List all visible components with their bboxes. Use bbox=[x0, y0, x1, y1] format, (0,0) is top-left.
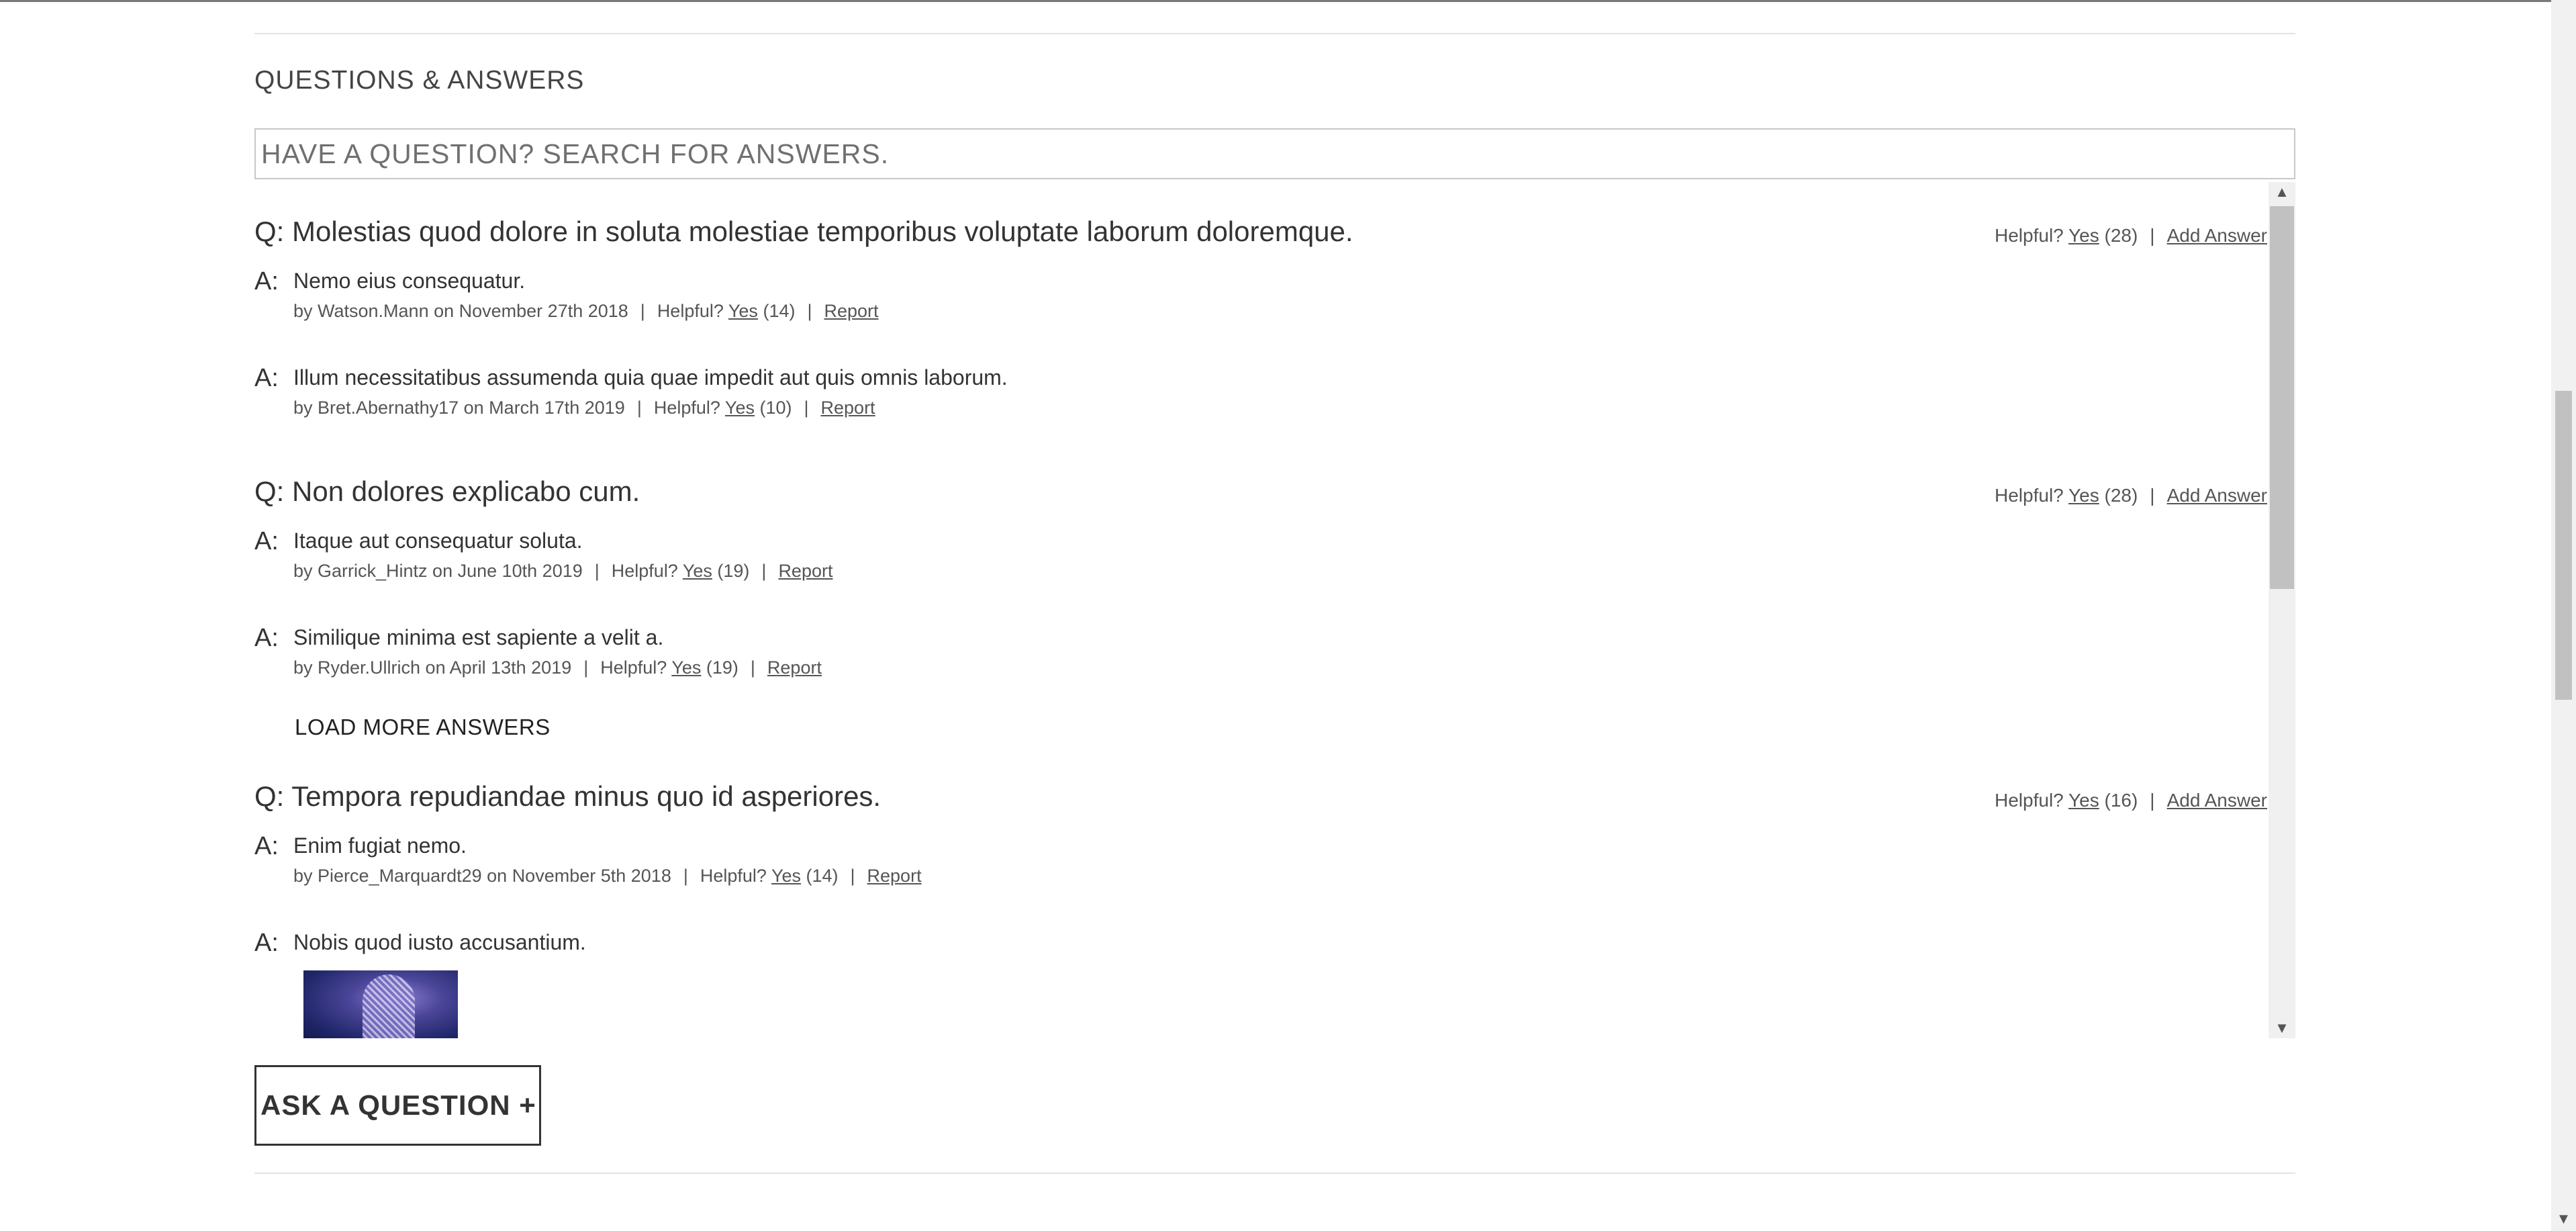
helpful-yes-link[interactable]: Yes bbox=[725, 398, 755, 418]
helpful-label: Helpful? bbox=[1995, 485, 2064, 506]
question-meta: Helpful? Yes (28) | Add Answer bbox=[1995, 225, 2267, 246]
helpful-count: (28) bbox=[2104, 225, 2138, 246]
separator: | bbox=[2150, 225, 2155, 246]
helpful-count: (19) bbox=[717, 561, 750, 581]
report-link[interactable]: Report bbox=[824, 301, 878, 321]
helpful-yes-link[interactable]: Yes bbox=[2068, 225, 2099, 246]
separator: | bbox=[683, 866, 688, 886]
answer-prefix: A: bbox=[254, 364, 279, 392]
answer-meta: by Pierce_Marquardt29 on November 5th 20… bbox=[293, 866, 922, 886]
answer-text: Similique minima est sapiente a velit a. bbox=[293, 625, 664, 649]
search-input[interactable] bbox=[254, 128, 2295, 179]
section-top-divider bbox=[254, 33, 2295, 34]
separator: | bbox=[583, 657, 589, 678]
answer-text: Nobis quod iusto accusantium. bbox=[293, 930, 586, 954]
separator: | bbox=[636, 398, 642, 418]
separator: | bbox=[594, 561, 600, 581]
answer-byline: by Garrick_Hintz on June 10th 2019 bbox=[293, 561, 583, 581]
answer-byline: by Pierce_Marquardt29 on November 5th 20… bbox=[293, 866, 671, 886]
question-item: Q: Non dolores explicabo cum. Helpful? Y… bbox=[254, 475, 2267, 522]
answer-meta: by Watson.Mann on November 27th 2018 | Hel… bbox=[293, 301, 879, 322]
answer-prefix: A: bbox=[254, 832, 279, 860]
report-link[interactable]: Report bbox=[867, 866, 922, 886]
helpful-label: Helpful? bbox=[657, 301, 724, 321]
report-link[interactable]: Report bbox=[767, 657, 822, 678]
scroll-down-arrow-icon[interactable]: ▼ bbox=[2269, 1018, 2295, 1038]
separator: | bbox=[804, 398, 809, 418]
answer-byline: by Watson.Mann on November 27th 2018 bbox=[293, 301, 628, 321]
qa-list[interactable]: Q: Molestias quod dolore in soluta moles… bbox=[254, 182, 2295, 1038]
page-scrollbar[interactable]: ▼ bbox=[2551, 0, 2576, 1231]
helpful-yes-link[interactable]: Yes bbox=[2068, 790, 2099, 811]
separator: | bbox=[750, 657, 755, 678]
photo-subject bbox=[363, 974, 415, 1038]
scroll-up-arrow-icon[interactable]: ▲ bbox=[2269, 182, 2295, 202]
helpful-yes-link[interactable]: Yes bbox=[2068, 485, 2099, 506]
report-link[interactable]: Report bbox=[821, 398, 875, 418]
question-meta: Helpful? Yes (16) | Add Answer bbox=[1995, 790, 2267, 811]
helpful-label: Helpful? bbox=[700, 866, 767, 886]
helpful-label: Helpful? bbox=[611, 561, 678, 581]
helpful-yes-link[interactable]: Yes bbox=[771, 866, 801, 886]
qa-scrollbar-thumb[interactable] bbox=[2270, 206, 2294, 589]
add-answer-link[interactable]: Add Answer bbox=[2167, 225, 2267, 246]
helpful-label: Helpful? bbox=[1995, 790, 2064, 811]
question-text: Q: Molestias quod dolore in soluta moles… bbox=[254, 216, 1353, 247]
section-bottom-divider bbox=[254, 1173, 2295, 1174]
load-more-answers-button[interactable]: LOAD MORE ANSWERS bbox=[295, 715, 551, 740]
separator: | bbox=[2150, 485, 2155, 506]
answer-byline: by Ryder.Ullrich on April 13th 2019 bbox=[293, 657, 572, 678]
helpful-yes-link[interactable]: Yes bbox=[683, 561, 712, 581]
add-answer-link[interactable]: Add Answer bbox=[2167, 790, 2267, 811]
report-link[interactable]: Report bbox=[778, 561, 832, 581]
answer-prefix: A: bbox=[254, 267, 279, 295]
helpful-count: (14) bbox=[806, 866, 839, 886]
separator: | bbox=[2150, 790, 2155, 811]
separator: | bbox=[640, 301, 645, 321]
question-text: Q: Tempora repudiandae minus quo id aspe… bbox=[254, 780, 881, 812]
page-scroll-down-arrow-icon[interactable]: ▼ bbox=[2551, 1207, 2576, 1231]
answer-meta: by Ryder.Ullrich on April 13th 2019 | Help… bbox=[293, 657, 822, 678]
page-scrollbar-thumb[interactable] bbox=[2555, 391, 2572, 700]
answer-meta: by Garrick_Hintz on June 10th 2019 | Helpf… bbox=[293, 561, 832, 582]
ask-question-button[interactable]: ASK A QUESTION + bbox=[254, 1065, 541, 1146]
question-meta: Helpful? Yes (28) | Add Answer bbox=[1995, 485, 2267, 506]
answer-text: Illum necessitatibus assumenda quia quae… bbox=[293, 365, 1008, 390]
helpful-label: Helpful? bbox=[600, 657, 667, 678]
separator: | bbox=[761, 561, 767, 581]
qa-scrollbar[interactable]: ▲ ▼ bbox=[2269, 182, 2295, 1038]
helpful-count: (10) bbox=[759, 398, 792, 418]
helpful-yes-link[interactable]: Yes bbox=[728, 301, 758, 321]
answer-text: Itaque aut consequatur soluta. bbox=[293, 529, 583, 553]
helpful-count: (19) bbox=[706, 657, 738, 678]
answer-text: Nemo eius consequatur. bbox=[293, 269, 526, 293]
answer-prefix: A: bbox=[254, 624, 279, 652]
helpful-yes-link[interactable]: Yes bbox=[671, 657, 701, 678]
helpful-label: Helpful? bbox=[1995, 225, 2064, 246]
page-top-border bbox=[0, 0, 2551, 2]
helpful-label: Helpful? bbox=[653, 398, 720, 418]
answer-prefix: A: bbox=[254, 527, 279, 555]
helpful-count: (28) bbox=[2104, 485, 2138, 506]
answer-byline: by Bret.Abernathy17 on March 17th 2019 bbox=[293, 398, 625, 418]
answer-meta: by Bret.Abernathy17 on March 17th 2019 | H… bbox=[293, 398, 875, 418]
question-text: Q: Non dolores explicabo cum. bbox=[254, 475, 640, 507]
helpful-count: (14) bbox=[763, 301, 796, 321]
separator: | bbox=[850, 866, 855, 886]
question-item: Q: Molestias quod dolore in soluta moles… bbox=[254, 216, 2267, 263]
helpful-count: (16) bbox=[2104, 790, 2138, 811]
question-item: Q: Tempora repudiandae minus quo id aspe… bbox=[254, 780, 2267, 827]
answer-photo-thumbnail[interactable] bbox=[303, 970, 458, 1038]
section-title: QUESTIONS & ANSWERS bbox=[254, 66, 585, 95]
separator: | bbox=[807, 301, 812, 321]
answer-prefix: A: bbox=[254, 929, 279, 957]
add-answer-link[interactable]: Add Answer bbox=[2167, 485, 2267, 506]
answer-text: Enim fugiat nemo. bbox=[293, 833, 467, 858]
